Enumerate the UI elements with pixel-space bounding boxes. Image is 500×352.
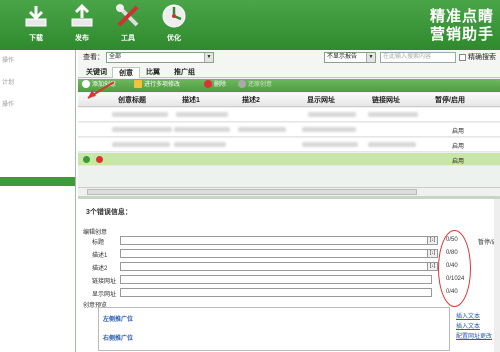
desc1-input[interactable] — [120, 249, 432, 258]
brand-line-2: 营销助手 — [429, 25, 494, 43]
batch-edit-label: 进行多项修改 — [144, 82, 181, 88]
brand-logo: 精准点睛 营销助手 — [430, 7, 494, 43]
search-input[interactable]: 在此输入搜索内容 — [380, 52, 456, 63]
restore-icon — [238, 80, 246, 89]
right-ad-label: 右侧推广位 — [103, 336, 134, 342]
add-row-icon[interactable] — [83, 156, 90, 163]
blurred-cell — [238, 127, 286, 132]
column-header[interactable]: 描述1 — [182, 95, 200, 105]
creative-preview: 左侧推广位 右侧推广位 — [98, 307, 450, 351]
blurred-cell — [174, 127, 230, 132]
horizontal-scrollbar[interactable] — [78, 187, 500, 195]
title-input[interactable] — [120, 236, 432, 245]
chevron-down-icon: ▼ — [204, 53, 213, 62]
optimize-label: 优化 — [167, 35, 181, 42]
table-row[interactable]: 启用 — [78, 138, 500, 152]
vertical-scrollbar[interactable] — [494, 199, 500, 352]
blurred-cell — [368, 142, 416, 147]
tab-keywords[interactable]: 关键词 — [80, 67, 113, 78]
batch-edit-button[interactable]: 进行多项修改 — [134, 80, 180, 91]
blurred-cell — [308, 112, 356, 117]
insert-button[interactable]: [↓] — [427, 262, 438, 271]
tools-icon — [116, 4, 139, 27]
optimize-icon — [162, 4, 186, 28]
left-panel-item[interactable]: 操作 — [0, 56, 75, 66]
download-icon — [25, 6, 47, 27]
delete-icon — [204, 80, 212, 89]
exact-search-label: 精确搜索 — [468, 54, 496, 61]
row-status: 启用 — [452, 144, 465, 150]
blurred-cell — [302, 127, 356, 132]
left-ad-label: 左侧推广位 — [103, 317, 134, 323]
report-select-value: 不显示报告 — [327, 54, 358, 60]
restore-button[interactable]: 还原创意 — [238, 80, 272, 91]
left-panel-item[interactable]: 操作 — [0, 100, 75, 110]
chevron-down-icon: ▼ — [366, 53, 375, 62]
insert-text-link[interactable]: 插入文本 — [456, 311, 480, 320]
tools-button[interactable]: 工具 — [110, 3, 146, 47]
row-status: 启用 — [452, 129, 465, 135]
field-label-display-url: 显示网址 — [92, 292, 117, 298]
main-area: 查看： 全部 ▼ 不显示报告 ▼ 在此输入搜索内容 精确搜索 关键词 创意 比翼… — [78, 50, 500, 352]
view-select[interactable]: 全部 ▼ — [106, 52, 214, 63]
tab-creative[interactable]: 创意 — [112, 67, 140, 78]
insert-button[interactable]: [↓] — [427, 249, 438, 258]
desc2-input[interactable] — [120, 262, 432, 271]
tab-bar: 关键词 创意 比翼 推广组 — [78, 66, 500, 78]
publish-button[interactable]: 发布 — [64, 3, 100, 47]
delete-button[interactable]: 删除 — [204, 80, 226, 91]
brand-line-1: 精准点睛 — [429, 7, 494, 25]
row-status: 启用 — [452, 159, 465, 165]
column-header[interactable]: 显示网址 — [307, 95, 335, 105]
tab-ad-group[interactable]: 推广组 — [168, 67, 201, 78]
blurred-cell — [112, 142, 170, 147]
delete-label: 删除 — [214, 82, 227, 88]
table-row[interactable] — [78, 108, 500, 122]
restore-label: 还原创意 — [248, 82, 273, 88]
error-panel: 3个错误信息： 编辑创意 标题 [↓] 0/50 描述1 [↓] 0/80 描述… — [78, 199, 500, 352]
insert-text-link[interactable]: 插入文本 — [456, 321, 480, 330]
optimize-button[interactable]: 优化 — [156, 3, 192, 47]
table-row-selected[interactable]: 启用 — [78, 153, 500, 166]
configure-url-link[interactable]: 配置网址更改 — [456, 331, 492, 340]
highlight-annotation — [438, 230, 471, 307]
annotation-arrow — [87, 81, 115, 99]
field-label-link-url: 链接网址 — [92, 279, 117, 285]
error-count-title: 3个错误信息： — [86, 209, 132, 216]
action-toolbar: 添加创意 进行多项修改 删除 还原创意 — [78, 79, 500, 92]
field-label-desc2: 描述2 — [92, 266, 108, 272]
table-row[interactable]: 启用 — [78, 123, 500, 137]
tools-label: 工具 — [121, 35, 135, 42]
blurred-cell — [174, 142, 226, 147]
link-url-input[interactable] — [120, 275, 432, 284]
download-button[interactable]: 下载 — [18, 3, 54, 47]
upload-icon — [71, 3, 93, 27]
left-panel: 操作 计划 操作 — [0, 50, 76, 352]
scrollbar-thumb[interactable] — [87, 189, 417, 195]
download-label: 下载 — [29, 35, 43, 42]
report-select[interactable]: 不显示报告 ▼ — [324, 52, 376, 63]
edit-creative-title: 编辑创意 — [83, 230, 108, 236]
column-header[interactable]: 暂停/启用 — [435, 95, 465, 105]
table-header: 创意标题 描述1 描述2 显示网址 链接网址 暂停/启用 — [78, 93, 500, 107]
exact-search-checkbox[interactable] — [459, 54, 466, 61]
filter-bar: 查看： 全部 ▼ 不显示报告 ▼ 在此输入搜索内容 精确搜索 — [78, 50, 500, 66]
blurred-cell — [176, 112, 228, 117]
view-label: 查看： — [83, 54, 104, 61]
left-panel-item[interactable]: 计划 — [0, 78, 75, 88]
view-select-value: 全部 — [109, 54, 122, 60]
field-label-title: 标题 — [92, 240, 105, 246]
top-toolbar: 下载 发布 工具 优化 精准点睛 营销助手 — [0, 0, 500, 50]
display-url-input[interactable] — [120, 288, 432, 297]
error-icon — [96, 156, 103, 163]
tab-biyi[interactable]: 比翼 — [140, 67, 166, 78]
blurred-cell — [302, 142, 358, 147]
column-header[interactable]: 链接网址 — [372, 95, 400, 105]
publish-label: 发布 — [75, 35, 89, 42]
insert-button[interactable]: [↓] — [427, 236, 438, 245]
blurred-cell — [368, 112, 418, 117]
column-header[interactable]: 描述2 — [242, 95, 260, 105]
field-label-desc1: 描述1 — [92, 253, 108, 259]
left-panel-selected-item[interactable] — [0, 177, 75, 186]
